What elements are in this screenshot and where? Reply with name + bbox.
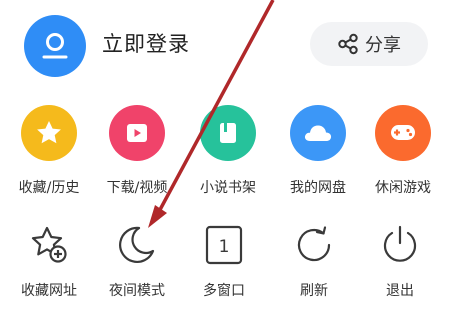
play-icon bbox=[127, 124, 147, 142]
tool-exit[interactable]: 退出 bbox=[360, 223, 440, 300]
share-icon bbox=[338, 33, 358, 55]
app-casual-games[interactable]: 休闲游戏 bbox=[363, 105, 443, 197]
power-icon bbox=[383, 225, 417, 262]
refresh-icon bbox=[297, 226, 331, 262]
app-label: 下载/视频 bbox=[106, 180, 168, 196]
downloads-circle bbox=[109, 105, 165, 161]
login-button[interactable]: 立即登录 bbox=[102, 28, 190, 58]
avatar[interactable] bbox=[24, 15, 86, 77]
tool-night-mode[interactable]: 夜间模式 bbox=[97, 223, 177, 300]
tool-label: 收藏网址 bbox=[21, 283, 77, 299]
moon-icon bbox=[119, 226, 155, 263]
bookmark-add-icon bbox=[31, 226, 67, 263]
app-downloads-video[interactable]: 下载/视频 bbox=[97, 105, 177, 197]
tool-multi-window[interactable]: 1 多窗口 bbox=[184, 223, 264, 300]
games-circle bbox=[375, 105, 431, 161]
book-icon bbox=[220, 123, 236, 143]
app-label: 休闲游戏 bbox=[375, 180, 431, 196]
tool-label: 刷新 bbox=[300, 283, 328, 299]
tool-label: 退出 bbox=[386, 283, 414, 299]
app-label: 我的网盘 bbox=[290, 180, 346, 196]
gamepad-icon bbox=[391, 125, 415, 140]
app-favorites-history[interactable]: 收藏/历史 bbox=[9, 105, 89, 197]
cloud-icon bbox=[304, 125, 332, 141]
tool-label: 多窗口 bbox=[203, 283, 245, 299]
window-count-icon: 1 bbox=[205, 225, 243, 265]
app-label: 小说书架 bbox=[200, 180, 256, 196]
window-count: 1 bbox=[219, 237, 230, 257]
share-label: 分享 bbox=[365, 35, 401, 56]
share-button[interactable]: 分享 bbox=[310, 22, 428, 66]
app-cloud-drive[interactable]: 我的网盘 bbox=[278, 105, 358, 197]
tool-bookmark-url[interactable]: 收藏网址 bbox=[9, 223, 89, 300]
app-novel-shelf[interactable]: 小说书架 bbox=[188, 105, 268, 197]
cloud-circle bbox=[290, 105, 346, 161]
app-label: 收藏/历史 bbox=[18, 180, 80, 196]
tool-refresh[interactable]: 刷新 bbox=[274, 223, 354, 300]
tool-label: 夜间模式 bbox=[109, 283, 165, 299]
favorites-circle bbox=[21, 105, 77, 161]
star-icon bbox=[37, 121, 61, 144]
novel-circle bbox=[200, 105, 256, 161]
user-icon bbox=[42, 33, 68, 59]
